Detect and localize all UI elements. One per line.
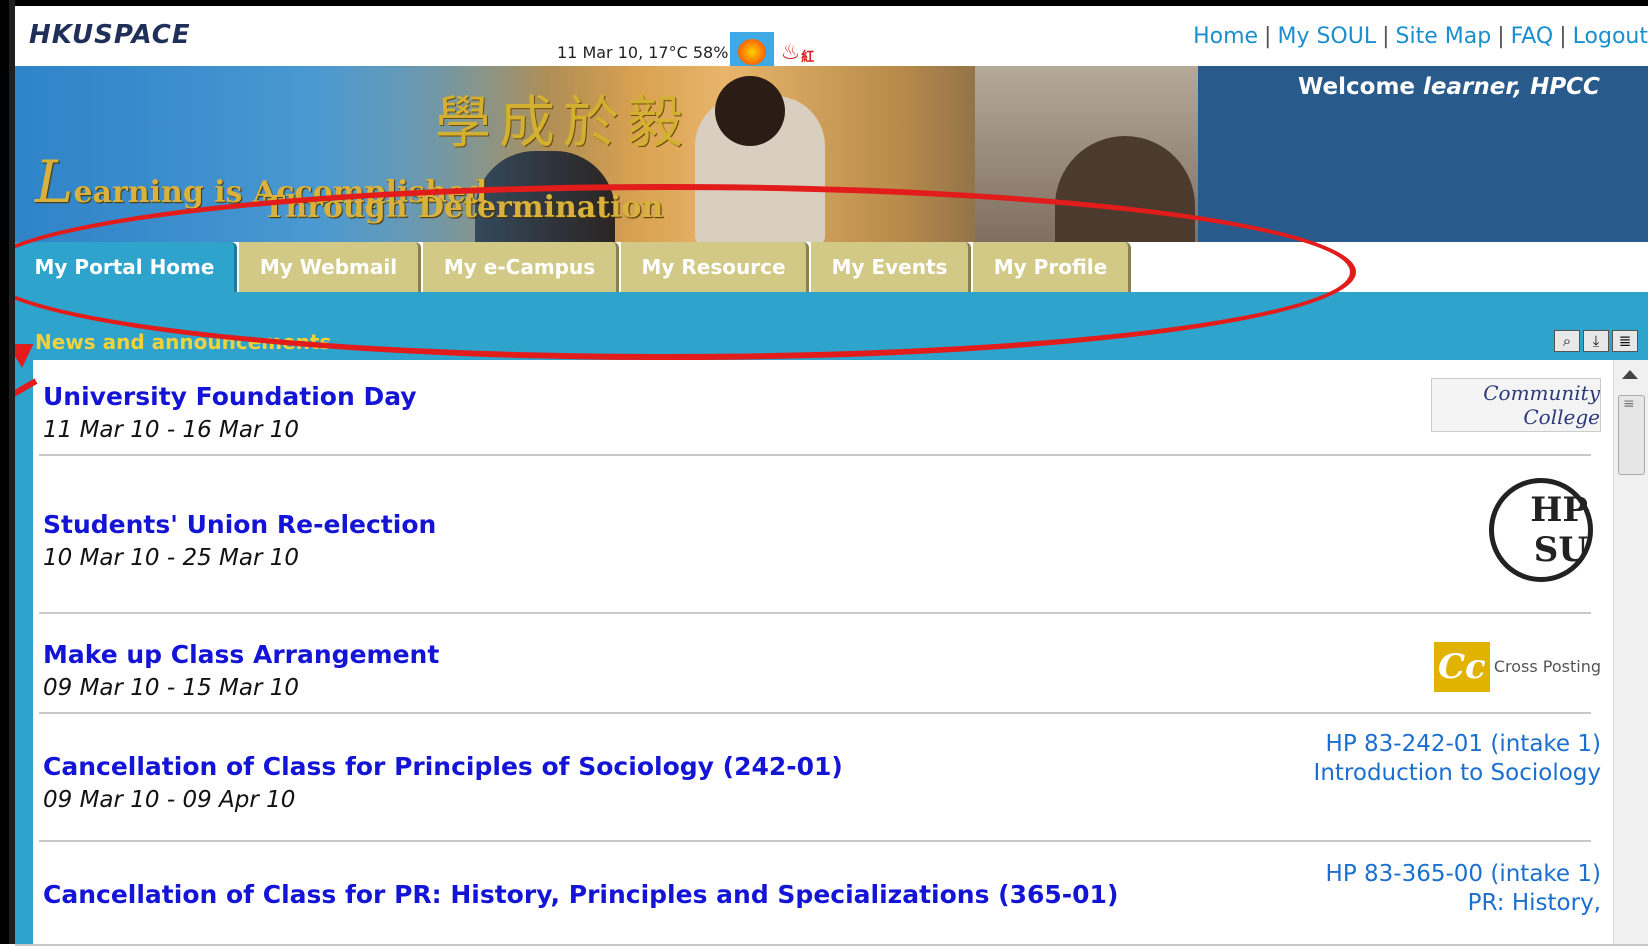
news-date: 09 Mar 10 - 15 Mar 10 [43,675,300,701]
divider [15,944,1648,946]
portal-screenshot: HKUSPACE 11 Mar 10, 17°C 58% ♨ 紅 Home | My … [0,0,1648,951]
header: HKUSPACE 11 Mar 10, 17°C 58% ♨ 紅 Home | My … [15,6,1648,72]
news-content: University Foundation Day 11 Mar 10 - 16… [15,360,1648,944]
separator: | [1559,24,1567,49]
top-links: Home | My SOUL | Site Map | FAQ | Logout [1193,24,1648,49]
news-list: University Foundation Day 11 Mar 10 - 16… [33,360,1613,944]
list-icon[interactable]: ≣ [1612,330,1638,352]
fire-danger-icon: ♨ 紅 [780,39,815,65]
divider [39,612,1591,614]
news-title-link[interactable]: University Foundation Day [43,382,1588,411]
search-icon[interactable]: ⌕ [1554,330,1580,352]
news-date: 10 Mar 10 - 25 Mar 10 [43,545,300,571]
download-icon[interactable]: ⤓ [1583,330,1609,352]
news-title-link[interactable]: Make up Class Arrangement [43,640,1588,669]
hkuspace-logo[interactable]: HKUSPACE [29,20,191,50]
weather-text: 11 Mar 10, 17°C 58% [557,42,729,62]
divider [39,712,1591,714]
scroll-up-icon[interactable] [1622,370,1638,379]
news-title-link[interactable]: Students' Union Re-election [43,510,1588,539]
welcome-message: Welcome learner, HPCC [1298,74,1600,100]
cross-posting-logo[interactable]: Cc Cross Posting [1433,642,1601,692]
chinese-motto: 學成於毅 [435,91,691,156]
students-union-logo[interactable]: HP SU [1489,478,1593,582]
link-faq[interactable]: FAQ [1511,24,1554,49]
course-link[interactable]: HP 83-365-00 (intake 1) PR: History, [1291,860,1601,918]
separator: | [1382,24,1390,49]
course-link[interactable]: HP 83-242-01 (intake 1) Introduction to … [1291,730,1601,788]
link-home[interactable]: Home [1193,24,1258,49]
news-tools: ⌕ ⤓ ≣ [1554,330,1638,352]
frame-border [0,0,9,951]
divider [39,454,1591,456]
link-site-map[interactable]: Site Map [1396,24,1492,49]
news-date: 09 Mar 10 - 09 Apr 10 [43,787,296,813]
annotation-ellipse [0,184,1356,360]
frame-border [9,0,15,951]
link-logout[interactable]: Logout [1573,24,1648,49]
grip-icon: ≡ [1623,396,1635,412]
cc-icon: Cc [1433,642,1490,692]
logo-text: HKUSPACE [29,20,191,50]
vertical-scrollbar[interactable]: ≡ [1613,360,1648,944]
list-item: Students' Union Re-election 10 Mar 10 - … [43,510,1588,571]
frame-border [0,0,1648,6]
divider [39,840,1591,842]
separator: | [1497,24,1505,49]
separator: | [1264,24,1272,49]
list-item: University Foundation Day 11 Mar 10 - 16… [43,382,1588,443]
news-date: 11 Mar 10 - 16 Mar 10 [43,417,300,443]
list-item: Make up Class Arrangement 09 Mar 10 - 15… [43,640,1588,701]
link-my-soul[interactable]: My SOUL [1277,24,1376,49]
community-college-logo[interactable]: Community College [1431,378,1601,432]
